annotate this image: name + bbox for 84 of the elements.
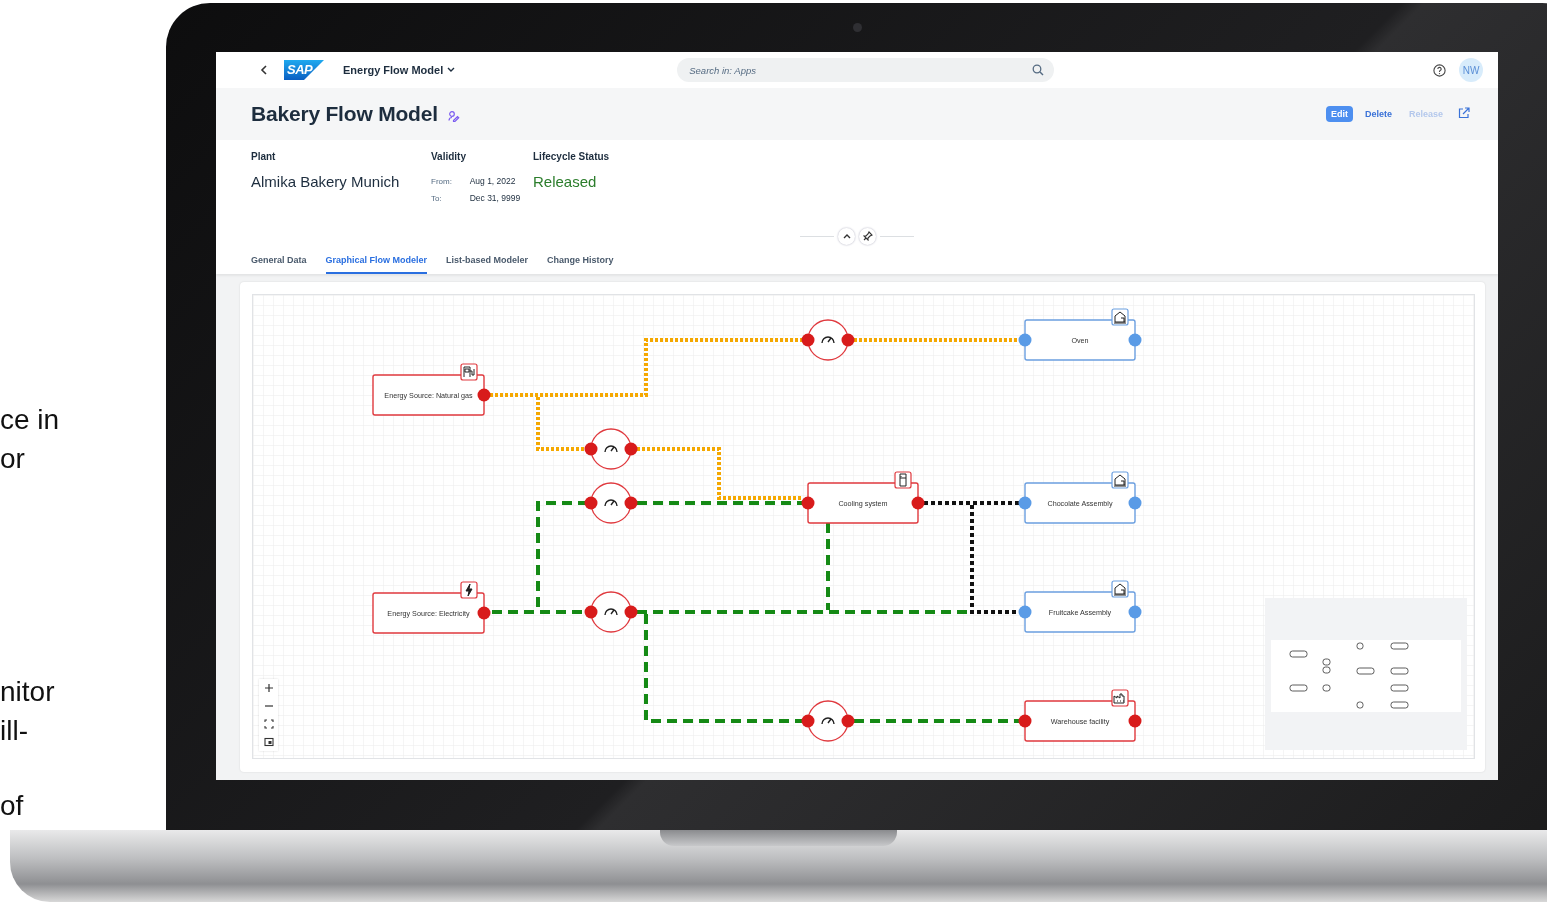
port-dot[interactable]: [841, 714, 855, 728]
gauge-icon: [821, 336, 835, 344]
flow-node[interactable]: [372, 374, 485, 416]
lightning-icon: [460, 581, 478, 599]
gauge-icon: [604, 608, 618, 616]
zoom-in-icon: [263, 683, 274, 693]
side-text: or: [0, 442, 26, 476]
logo: SAP: [284, 60, 324, 80]
factory-icon: [1111, 689, 1129, 707]
search-icon: [1032, 64, 1045, 76]
port-dot[interactable]: [1018, 714, 1032, 728]
zoom-in-button[interactable]: [259, 679, 278, 697]
side-text: of: [0, 789, 25, 823]
minimap-toggle-button[interactable]: [259, 733, 278, 751]
flow-node[interactable]: [1024, 482, 1136, 524]
action-button[interactable]: Edit: [1325, 106, 1353, 122]
action-button[interactable]: Delete: [1359, 106, 1397, 122]
port-dot[interactable]: [801, 333, 815, 347]
field-value: Dec 31, 9999: [469, 193, 522, 203]
fuel-pump-icon: [460, 363, 478, 381]
field-label: Lifecycle Status: [533, 150, 610, 164]
fit-screen-icon: [263, 719, 274, 729]
field-label: From:: [431, 176, 453, 186]
connector-line[interactable]: [924, 501, 1019, 505]
side-text: ce in: [0, 403, 61, 437]
gauge-icon: [604, 445, 618, 453]
port-dot[interactable]: [624, 442, 638, 456]
port-dot[interactable]: [911, 496, 925, 510]
port-dot[interactable]: [477, 388, 491, 402]
camera-icon: [852, 23, 862, 32]
port-dot[interactable]: [1128, 605, 1142, 619]
back-button[interactable]: [260, 65, 268, 75]
share-icon[interactable]: [1458, 107, 1470, 119]
help-icon: [1433, 63, 1446, 77]
house-icon: [1111, 308, 1129, 326]
search-field[interactable]: Search in: Apps: [677, 58, 1055, 82]
port-dot[interactable]: [1128, 714, 1142, 728]
field-label: Plant: [251, 150, 277, 164]
flow-node[interactable]: [807, 482, 919, 524]
pin-icon: [862, 231, 873, 241]
side-text: nitor: [0, 675, 56, 709]
port-dot[interactable]: [477, 606, 491, 620]
flow-node[interactable]: [1024, 319, 1136, 361]
port-dot[interactable]: [624, 496, 638, 510]
page-title: Bakery Flow Model: [251, 102, 438, 126]
side-text: ill-: [0, 714, 29, 748]
port-dot[interactable]: [624, 605, 638, 619]
house-icon: [1111, 580, 1129, 598]
field-value: Aug 1, 2022: [469, 176, 517, 186]
gauge-icon: [821, 717, 835, 725]
connector-line[interactable]: [970, 505, 1019, 614]
port-dot[interactable]: [801, 714, 815, 728]
port-dot[interactable]: [801, 496, 815, 510]
flow-node[interactable]: [1024, 591, 1136, 633]
field-label: Validity: [431, 150, 467, 164]
flow-node[interactable]: [372, 592, 485, 634]
status-value: Released: [533, 173, 598, 191]
port-dot[interactable]: [584, 442, 598, 456]
gauge-icon: [604, 499, 618, 507]
port-dot[interactable]: [1018, 333, 1032, 347]
field-label: To:: [431, 193, 443, 203]
port-dot[interactable]: [1018, 605, 1032, 619]
tab[interactable]: General Data: [251, 248, 307, 274]
house-icon: [1111, 471, 1129, 489]
field-value: Almika Bakery Munich: [251, 173, 401, 191]
help-button[interactable]: [1433, 63, 1446, 77]
port-dot[interactable]: [1128, 496, 1142, 510]
edit-icon[interactable]: [447, 110, 460, 122]
port-dot[interactable]: [584, 605, 598, 619]
chevron-up-icon: [842, 233, 851, 239]
port-dot[interactable]: [841, 333, 855, 347]
tab[interactable]: Change History: [547, 248, 614, 274]
back-icon: [260, 65, 268, 75]
tab[interactable]: List-based Modeler: [446, 248, 529, 274]
port-dot[interactable]: [584, 496, 598, 510]
minimap-icon: [263, 737, 274, 747]
refrigerator-icon: [894, 471, 912, 489]
flow-node[interactable]: [1024, 700, 1136, 742]
app-title-menu[interactable]: Energy Flow Model: [343, 64, 456, 76]
caret-icon: [447, 67, 456, 73]
pin-header-button[interactable]: [859, 227, 876, 245]
port-dot[interactable]: [1128, 333, 1142, 347]
port-dot[interactable]: [1018, 496, 1032, 510]
user-avatar[interactable]: NW: [1459, 58, 1483, 82]
